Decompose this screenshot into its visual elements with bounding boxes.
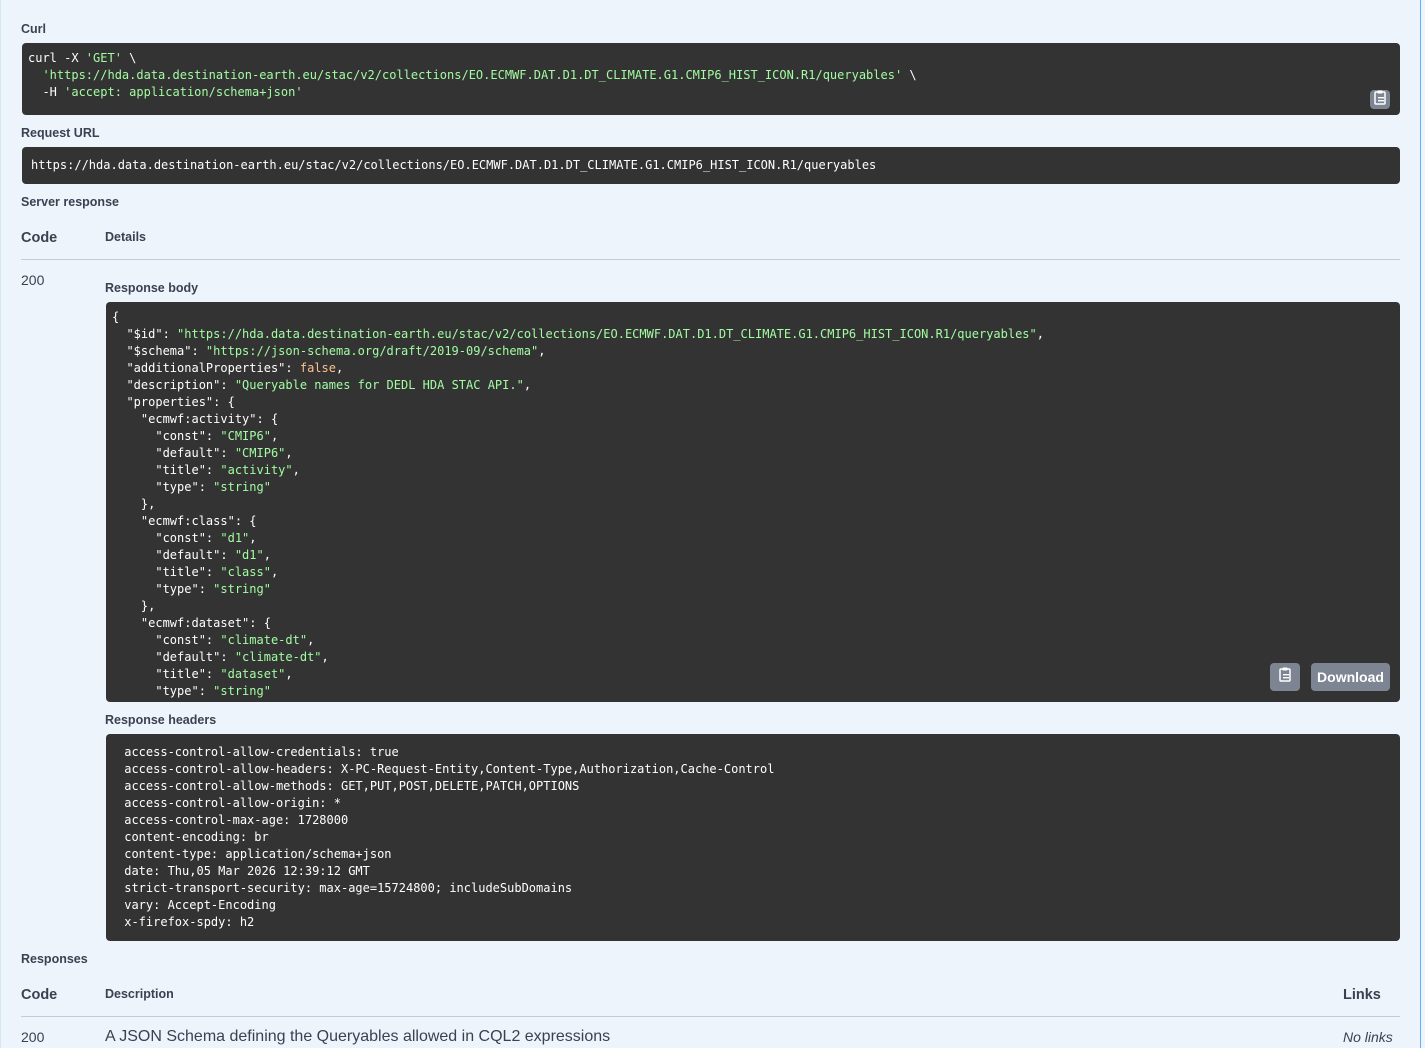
json-line: "type": "string" <box>112 480 271 494</box>
table-divider <box>21 259 1400 260</box>
json-line: "type": "string" <box>112 684 271 698</box>
header-line: access-control-max-age: 1728000 <box>117 813 356 827</box>
header-line: access-control-allow-origin: * <box>117 796 349 810</box>
response-body-code-block[interactable]: { "$id": "https://hda.data.destination-e… <box>106 302 1400 702</box>
header-line: content-encoding: br <box>117 830 276 844</box>
json-line: "ecmwf:class": { <box>112 514 257 528</box>
response-body-label: Response body <box>105 281 199 295</box>
json-line: "$schema": "https://json-schema.org/draf… <box>112 344 546 358</box>
json-line: "ecmwf:dataset": { <box>112 616 271 630</box>
responses-code-header: Code <box>21 987 58 1003</box>
responses-label: Responses <box>21 952 88 966</box>
json-line: "default": "climate-dt", <box>112 650 329 664</box>
header-line: access-control-allow-methods: GET,PUT,PO… <box>117 779 587 793</box>
curl-line: curl -X 'GET' \ <box>28 51 137 65</box>
server-response-label: Server response <box>21 195 119 209</box>
request-url-value[interactable]: https://hda.data.destination-earth.eu/st… <box>22 147 1400 184</box>
json-line: { <box>112 310 120 324</box>
json-line: "description": "Queryable names for DEDL… <box>112 378 532 392</box>
response-row-description: A JSON Schema defining the Queryables al… <box>105 1028 611 1045</box>
header-line: date: Thu,05 Mar 2026 12:39:12 GMT <box>117 864 378 878</box>
json-line: "ecmwf:activity": { <box>112 412 279 426</box>
curl-copy-button[interactable] <box>1370 90 1390 109</box>
response-headers-code-block[interactable]: access-control-allow-credentials: true a… <box>106 734 1400 941</box>
download-button[interactable]: Download <box>1311 663 1390 691</box>
header-line: strict-transport-security: max-age=15724… <box>117 881 580 895</box>
json-line: "const": "CMIP6", <box>112 429 279 443</box>
table-divider <box>21 1016 1400 1017</box>
json-line: "title": "activity", <box>112 463 300 477</box>
clipboard-icon <box>1278 667 1292 687</box>
response-body-copy-button[interactable] <box>1270 663 1300 691</box>
json-line: "properties": { <box>112 395 235 409</box>
header-line: content-type: application/schema+json <box>117 847 399 861</box>
json-line: "additionalProperties": false, <box>112 361 344 375</box>
server-response-code-header: Code <box>21 230 58 246</box>
header-line: x-firefox-spdy: h2 <box>117 915 262 929</box>
responses-description-header: Description <box>105 987 174 1001</box>
json-line: "title": "class", <box>112 565 279 579</box>
json-line: "const": "climate-dt", <box>112 633 315 647</box>
json-line: "title": "dataset", <box>112 667 293 681</box>
json-line: "$id": "https://hda.data.destination-ear… <box>112 327 1044 341</box>
server-response-details-header: Details <box>105 230 146 244</box>
clipboard-icon <box>1373 90 1387 110</box>
curl-code-block[interactable]: curl -X 'GET' \ 'https://hda.data.destin… <box>22 43 1400 115</box>
response-status-code: 200 <box>21 272 45 288</box>
response-row-links: No links <box>1343 1029 1393 1045</box>
response-row-code: 200 <box>21 1029 45 1045</box>
json-line: "const": "d1", <box>112 531 257 545</box>
response-headers-label: Response headers <box>105 713 217 727</box>
header-line: vary: Accept-Encoding <box>117 898 284 912</box>
curl-line: -H 'accept: application/schema+json' <box>28 85 303 99</box>
json-line: }, <box>112 599 156 613</box>
json-line: "default": "d1", <box>112 548 271 562</box>
json-line: }, <box>112 497 156 511</box>
json-line: "type": "string" <box>112 582 271 596</box>
header-line: access-control-allow-credentials: true <box>117 745 406 759</box>
operation-panel: Curl curl -X 'GET' \ 'https://hda.data.d… <box>0 0 1421 1048</box>
curl-label: Curl <box>21 22 46 36</box>
request-url-label: Request URL <box>21 126 100 140</box>
responses-links-header: Links <box>1343 987 1381 1003</box>
json-line: "default": "CMIP6", <box>112 446 293 460</box>
curl-line: 'https://hda.data.destination-earth.eu/s… <box>42 68 917 82</box>
header-line: access-control-allow-headers: X-PC-Reque… <box>117 762 782 776</box>
